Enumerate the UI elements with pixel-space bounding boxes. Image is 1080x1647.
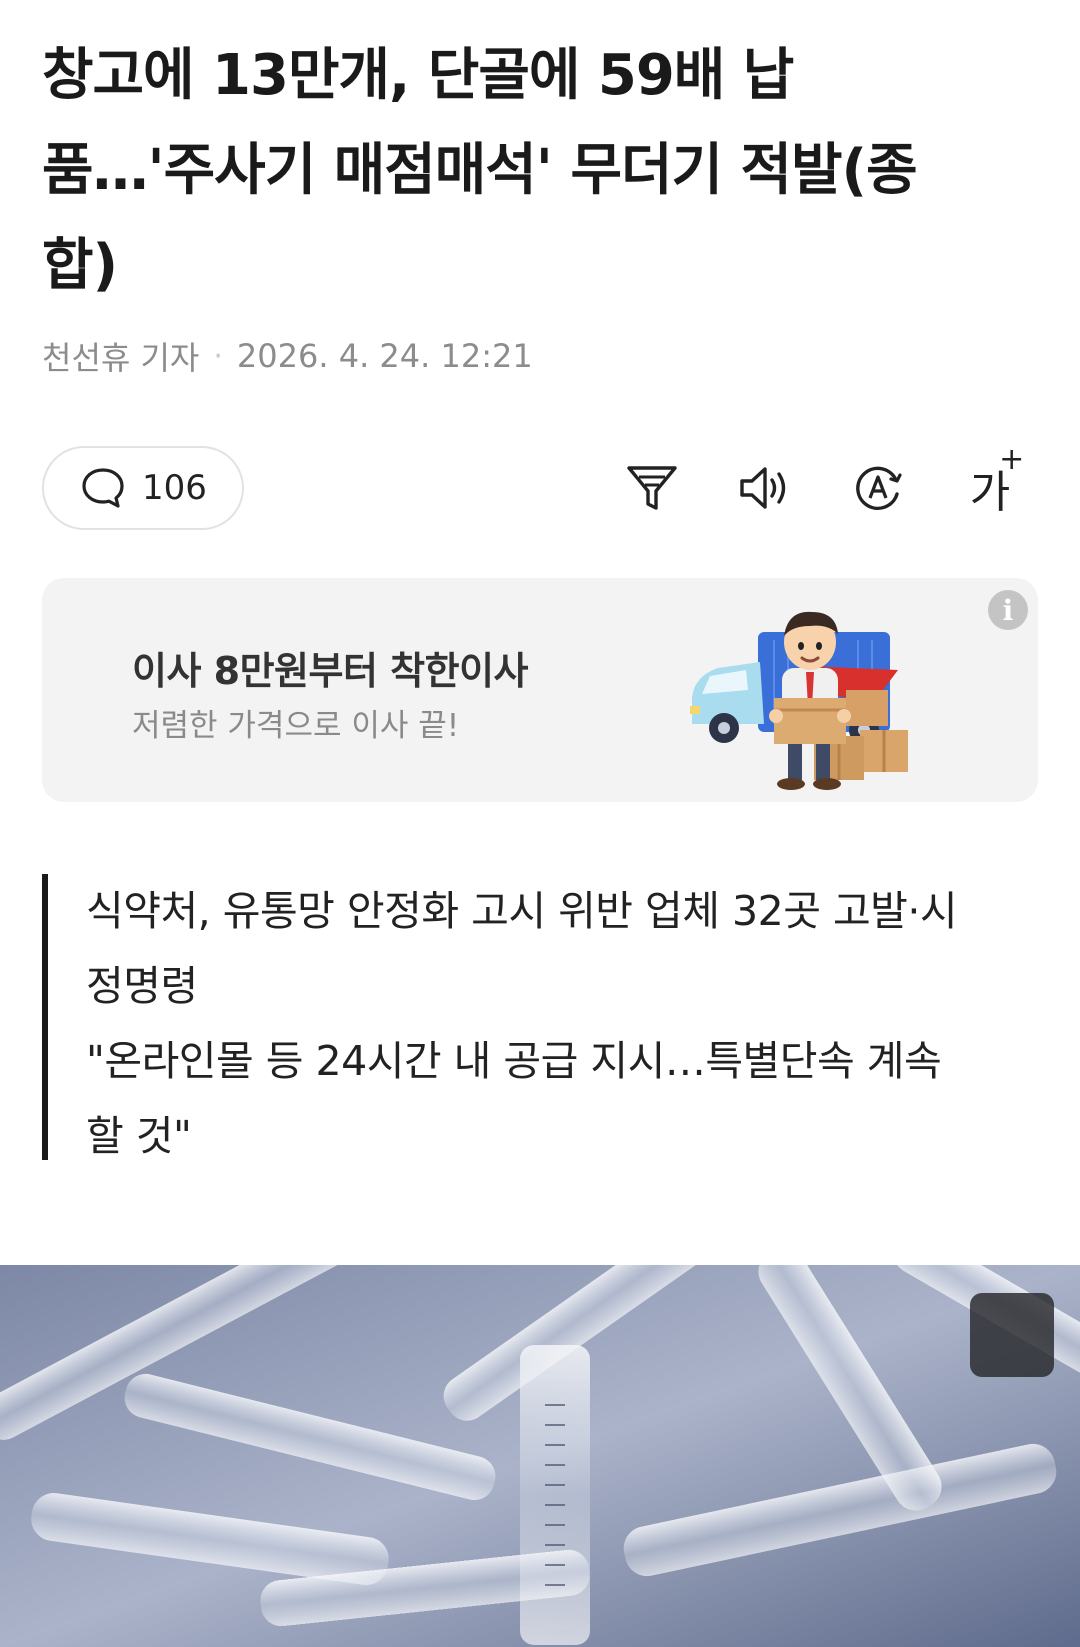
translate-icon (856, 466, 902, 511)
ad-banner[interactable]: 이사 8만원부터 착한이사 저렴한 가격으로 이사 끝! i (42, 578, 1038, 802)
headline-line-2: 품…'주사기 매점매석' 무더기 적발(종 (42, 138, 918, 203)
syringe-pile-image (0, 1265, 1080, 1647)
font-size-plus: + (999, 442, 1025, 477)
filter-icon (627, 466, 677, 510)
article-summary: 식약처, 유통망 안정화 고시 위반 업체 32곳 고발·시 정명령 "온라인몰… (42, 874, 1042, 1160)
comment-icon (82, 468, 124, 508)
speaker-icon (740, 467, 786, 509)
ad-subtitle: 저렴한 가격으로 이사 끝! (132, 708, 460, 744)
font-size-icon: 가 + (970, 442, 1024, 520)
article-headline: 창고에 13만개, 단골에 59배 납 품…'주사기 매점매석' 무더기 적발(… (42, 28, 1042, 313)
author-name[interactable]: 천선휴 기자 (42, 333, 199, 379)
article-photo-syringes[interactable] (0, 1265, 1080, 1647)
byline-separator: · (213, 338, 223, 374)
summary-line-2: 정명령 (86, 962, 198, 1010)
summary-line-3: "온라인몰 등 24시간 내 공급 지시…특별단속 계속 (86, 1037, 942, 1085)
headline-line-3: 합) (42, 233, 118, 298)
article-toolbar: 106 가 + (42, 442, 1040, 530)
summary-line-4: 할 것" (86, 1112, 192, 1160)
read-aloud-button[interactable] (734, 458, 794, 518)
font-size-button[interactable]: 가 + (960, 442, 1024, 520)
summary-line-1: 식약처, 유통망 안정화 고시 위반 업체 32곳 고발·시 (86, 887, 958, 935)
translate-button[interactable] (848, 458, 908, 518)
ad-title: 이사 8만원부터 착한이사 (132, 649, 529, 693)
comment-count: 106 (142, 468, 207, 508)
publish-date: 2026. 4. 24. 12:21 (236, 337, 533, 375)
fullscreen-icon (970, 1293, 1080, 1647)
byline: 천선휴 기자 · 2026. 4. 24. 12:21 (42, 333, 533, 379)
headline-line-1: 창고에 13만개, 단골에 59배 납 (42, 43, 794, 108)
moving-mascot-illustration (690, 611, 908, 790)
summary-filter-button[interactable] (622, 458, 682, 518)
comment-button[interactable]: 106 (42, 446, 244, 530)
ad-info-icon[interactable]: i (988, 590, 1028, 630)
expand-photo-button[interactable] (970, 1293, 1054, 1377)
